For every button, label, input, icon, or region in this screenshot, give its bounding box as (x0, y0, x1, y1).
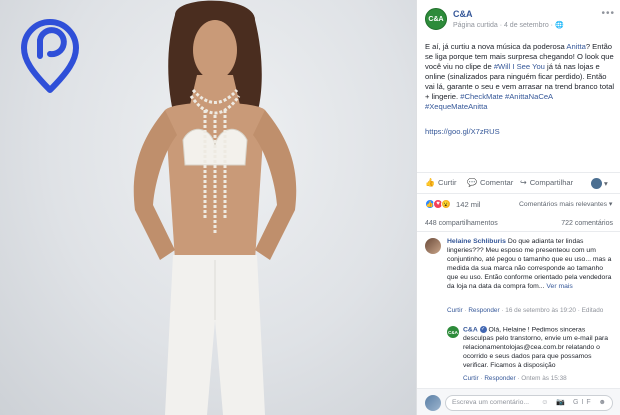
reply-page-name-link[interactable]: C&A (463, 326, 478, 333)
location-pin-logo-icon (21, 19, 79, 93)
composer-attachment-icons[interactable]: ☺ 📷 GIF ☻ (541, 398, 609, 406)
page-reply-avatar[interactable]: C&A (447, 326, 459, 338)
comment-sort-dropdown[interactable]: Comentários mais relevantes ▾ (519, 200, 612, 208)
identity-avatar (591, 178, 602, 189)
engagement-counts: 448 compartilhamentos 722 comentários (417, 218, 620, 232)
post-as-selector[interactable]: ▾ (591, 178, 608, 189)
model-figure-illustration (133, 0, 297, 415)
share-button[interactable]: ↪ Compartilhar (520, 178, 573, 187)
reply-reply-link[interactable]: Responder (484, 375, 515, 382)
page-avatar[interactable]: C&A (425, 8, 447, 30)
hashtag-link[interactable]: #Will I See You (494, 62, 545, 71)
post-text: E aí, já curtiu a nova música da poderos… (425, 42, 615, 111)
commenter-avatar[interactable] (425, 238, 441, 254)
reaction-count: 142 mil (456, 199, 481, 209)
reply-like-link[interactable]: Curtir (463, 375, 479, 382)
share-arrow-icon: ↪ (520, 178, 527, 187)
post-panel: C&A C&A Página curtida · 4 de setembro ·… (416, 0, 620, 415)
like-button[interactable]: 👍 Curtir (425, 178, 457, 187)
commenter-name-link[interactable]: Helaine Schliburis (447, 238, 506, 245)
speech-bubble-icon: 💬 (467, 178, 477, 187)
more-options-icon[interactable]: ••• (601, 8, 615, 19)
chevron-down-icon: ▾ (604, 179, 608, 188)
comment-reply-link[interactable]: Responder (468, 307, 499, 314)
post-meta: Página curtida · 4 de setembro · 🌐 (453, 22, 564, 29)
comment-composer: Escreva um comentário... ☺ 📷 GIF ☻ (417, 388, 620, 415)
post-url-link[interactable]: https://goo.gl/X7zRUS (425, 127, 500, 136)
wow-reaction-icon: 😮 (441, 199, 451, 209)
comment-body: Helaine Schliburis Do que adianta ter li… (447, 238, 612, 290)
reply-item: C&A C&A ✓ Olá, Helaine ! Pedimos sincera… (447, 326, 617, 386)
reply-body: C&A ✓ Olá, Helaine ! Pedimos sinceras de… (463, 326, 609, 369)
comment-item: Helaine Schliburis Do que adianta ter li… (425, 238, 615, 318)
shares-count-link[interactable]: 448 compartilhamentos (425, 220, 498, 227)
see-more-link[interactable]: Ver mais (546, 283, 572, 290)
reply-footer: Curtir · Responder · Ontem às 15:38 (463, 375, 567, 382)
post-action-bar: 👍 Curtir 💬 Comentar ↪ Compartilhar ▾ (417, 172, 620, 194)
comment-button[interactable]: 💬 Comentar (467, 178, 513, 187)
current-user-avatar (425, 395, 441, 411)
page-name-link[interactable]: C&A (453, 9, 473, 19)
comments-count-link[interactable]: 722 comentários (561, 220, 613, 227)
reply-timestamp: Ontem às 15:38 (521, 375, 567, 382)
reaction-summary[interactable]: 👍 ♥ 😮 142 mil (425, 198, 480, 210)
comment-timestamp: 16 de setembro às 19:20 · Editado (505, 307, 604, 314)
comment-footer: Curtir · Responder · 16 de setembro às 1… (447, 307, 604, 314)
post-header: C&A C&A Página curtida · 4 de setembro ·… (425, 8, 615, 32)
thumbs-up-icon: 👍 (425, 178, 435, 187)
comment-like-link[interactable]: Curtir (447, 307, 463, 314)
verified-badge-icon: ✓ (479, 326, 487, 333)
post-photo[interactable] (0, 0, 416, 415)
mention-link[interactable]: Anitta (566, 42, 585, 51)
